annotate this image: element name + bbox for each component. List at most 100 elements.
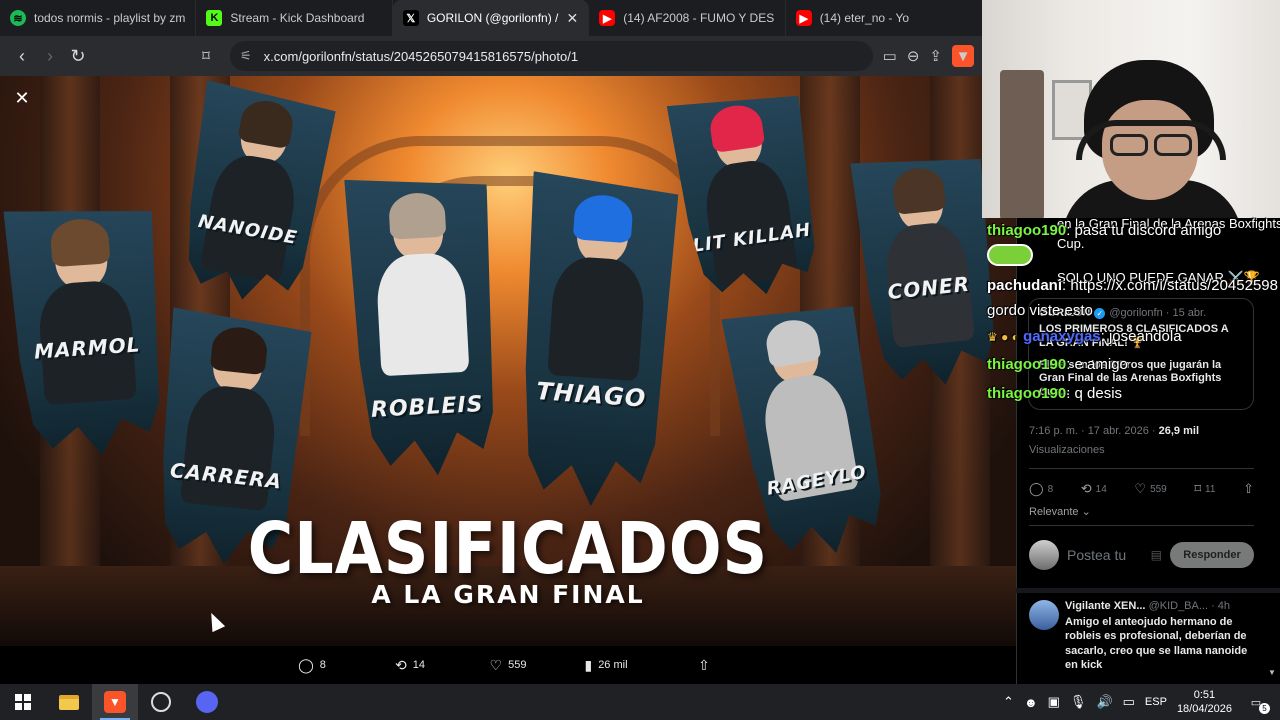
spotify-icon: ≋ xyxy=(10,10,26,26)
obs-button[interactable] xyxy=(138,684,184,720)
tab-label: (14) AF2008 - FUMO Y DESPUES E xyxy=(623,11,775,25)
emote-icon xyxy=(987,244,1033,266)
like-count: 559 xyxy=(508,659,527,671)
back-arrow-icon[interactable]: ‹ xyxy=(8,42,36,70)
tweet-action-bar: ◯ 8 ⟲ 14 ♡ 559 ⌑ 11 ⇧ xyxy=(1029,478,1254,500)
reader-mode-icon[interactable]: ▭ xyxy=(883,47,897,65)
tab-youtube-eterno[interactable]: ▶ (14) eter_no - Yo xyxy=(786,0,982,36)
repost-button[interactable]: ⟲ 14 xyxy=(361,657,459,674)
tab-kick[interactable]: K Stream - Kick Dashboard xyxy=(196,0,393,36)
obs-icon xyxy=(151,692,171,712)
bookmark-icon[interactable]: ⌑ xyxy=(192,42,220,70)
close-viewer-icon[interactable]: ✕ xyxy=(10,86,34,110)
start-button[interactable] xyxy=(0,684,46,720)
system-tray: ⌃ ☻ ▣ 🎙 🔊 ▭ ESP 0:51 18/04/2026 ▭ 5 xyxy=(1003,688,1280,717)
chat-username: thiagoo190 xyxy=(987,356,1067,373)
quote-author-handle: @gorilonfn · 15 abr. xyxy=(1109,307,1207,319)
tab-youtube-af2008[interactable]: ▶ (14) AF2008 - FUMO Y DESPUES E xyxy=(589,0,786,36)
network-icon[interactable]: ▭ xyxy=(1123,694,1135,710)
avatar xyxy=(1029,540,1059,570)
share-icon[interactable]: ⇪ xyxy=(929,47,942,65)
views-count: 26,9 mil xyxy=(1158,425,1199,437)
reply-author-name: Vigilante XEN... xyxy=(1065,600,1146,612)
reply-button[interactable]: ◯ 8 xyxy=(263,657,361,674)
app-tray-icon[interactable]: ▣ xyxy=(1048,694,1060,710)
kick-icon: K xyxy=(206,10,223,26)
image-headline: CLASIFICADOS xyxy=(247,506,769,591)
language-indicator[interactable]: ESP xyxy=(1145,696,1167,708)
youtube-icon: ▶ xyxy=(795,10,812,26)
volume-icon[interactable]: 🔊 xyxy=(1096,694,1112,710)
chat-message: thiagoo190: q desis xyxy=(987,385,1122,403)
heart-icon: ♡ xyxy=(489,656,503,673)
zoom-icon[interactable]: ⊖ xyxy=(907,47,920,65)
avatar xyxy=(1029,600,1059,630)
share-icon: ⇧ xyxy=(1243,481,1254,496)
image-subheadline: A LA GRAN FINAL xyxy=(371,580,645,609)
tab-label: todos normis - playlist by zmatyy | xyxy=(34,11,186,25)
clock[interactable]: 0:51 18/04/2026 xyxy=(1177,688,1232,717)
chat-username: ganaxygas xyxy=(1023,328,1101,345)
forward-arrow-icon[interactable]: › xyxy=(36,42,64,70)
divider xyxy=(1029,468,1254,469)
chevron-up-icon[interactable]: ⌃ xyxy=(1003,694,1014,710)
reply-text: Amigo el anteojudo hermano de robleis es… xyxy=(1065,616,1248,671)
reply-author-handle: @KID_BA... · 4h xyxy=(1148,600,1231,612)
discord-tray-icon[interactable]: ☻ xyxy=(1024,695,1038,710)
chat-message: thiagoo190: pasa tu discord amigo xyxy=(987,222,1221,240)
reply-input[interactable]: Postea tu xyxy=(1067,547,1143,563)
reply-submit-button[interactable]: Responder xyxy=(1170,542,1254,568)
chat-username: pachudani xyxy=(987,277,1063,294)
share-button[interactable]: ⇧ xyxy=(655,657,753,674)
notification-button[interactable]: ▭ 5 xyxy=(1242,690,1270,714)
share-button[interactable]: ⇧ xyxy=(1243,481,1254,497)
discord-button[interactable] xyxy=(184,684,230,720)
site-settings-icon[interactable]: ⚟ xyxy=(240,48,252,64)
file-explorer-button[interactable] xyxy=(46,684,92,720)
scroll-down-icon[interactable]: ▼ xyxy=(1268,668,1276,677)
tab-spotify[interactable]: ≋ todos normis - playlist by zmatyy | xyxy=(0,0,197,36)
reply-tweet[interactable]: Vigilante XEN... @KID_BA... · 4h Amigo e… xyxy=(1029,600,1257,672)
windows-logo-icon xyxy=(15,694,31,710)
webcam-overlay xyxy=(982,0,1280,218)
views-button[interactable]: ▮ 26 mil xyxy=(557,657,655,674)
chevron-down-icon: ⌄ xyxy=(1081,506,1091,518)
tweet-timestamp: 7:16 p. m. · 17 abr. 2026 · 26,9 mil xyxy=(1029,425,1199,437)
reload-icon[interactable]: ↻ xyxy=(64,42,92,70)
repost-button[interactable]: ⟲ 14 xyxy=(1081,481,1107,497)
like-button[interactable]: ♡ 559 xyxy=(1134,481,1166,497)
player-name: THIAGO xyxy=(535,376,648,413)
bookmark-count: 11 xyxy=(1205,483,1216,495)
brave-icon: ▼ xyxy=(104,691,126,713)
bookmark-button[interactable]: ⌑ 11 xyxy=(1194,481,1215,497)
tab-label: Stream - Kick Dashboard xyxy=(230,11,365,25)
address-toolbar: ‹ › ↻ ⌑ ⚟ x.com/gorilonfn/status/2045265… xyxy=(0,36,982,76)
reply-count: 8 xyxy=(319,659,326,671)
x-icon: 𝕏 xyxy=(402,10,419,26)
viewer-action-bar: ◯ 8 ⟲ 14 ♡ 559 ▮ 26 mil ⇧ xyxy=(0,646,1016,684)
microphone-icon[interactable]: 🎙 xyxy=(1070,694,1087,710)
chat-text: : https://x.com/i/status/20452598 xyxy=(1062,277,1278,294)
gif-icon[interactable]: ▤ xyxy=(1151,548,1162,562)
chat-message: ♛ ● ◐ ganaxygas: joseandola xyxy=(987,328,1182,346)
reply-count: 8 xyxy=(1047,483,1054,495)
verified-badge-icon: ✓ xyxy=(1094,307,1106,319)
chat-username: thiagoo190 xyxy=(987,385,1067,402)
tab-x-gorilon[interactable]: 𝕏 GORILON (@gorilonfn) / X ✕ xyxy=(392,0,590,36)
divider xyxy=(1016,588,1280,593)
chat-message: thiagoo190: e amigo xyxy=(987,356,1128,374)
share-icon: ⇧ xyxy=(698,656,710,673)
repost-icon: ⟲ xyxy=(1080,481,1092,496)
close-tab-icon[interactable]: ✕ xyxy=(567,10,579,27)
brave-browser-button[interactable]: ▼ xyxy=(92,684,138,720)
chat-message: gordo viste esto xyxy=(987,302,1093,320)
reply-button[interactable]: ◯ 8 xyxy=(1029,481,1053,497)
brave-shield-icon[interactable]: ▼ xyxy=(952,45,974,67)
sort-dropdown[interactable]: Relevante ⌄ xyxy=(1029,505,1091,518)
windows-taskbar: ▼ ⌃ ☻ ▣ 🎙 🔊 ▭ ESP 0:51 18/04/2026 ▭ 5 xyxy=(0,684,1280,720)
clock-date: 18/04/2026 xyxy=(1176,703,1232,715)
tournament-image: NANOIDE LIT KILLAH CONER MARMOL ROBLEIS … xyxy=(0,76,1016,646)
badge-icons: ♛ ● ◐ xyxy=(987,330,1019,344)
url-field[interactable]: ⚟ x.com/gorilonfn/status/204526507941581… xyxy=(230,41,873,71)
like-button[interactable]: ♡ 559 xyxy=(459,657,557,674)
